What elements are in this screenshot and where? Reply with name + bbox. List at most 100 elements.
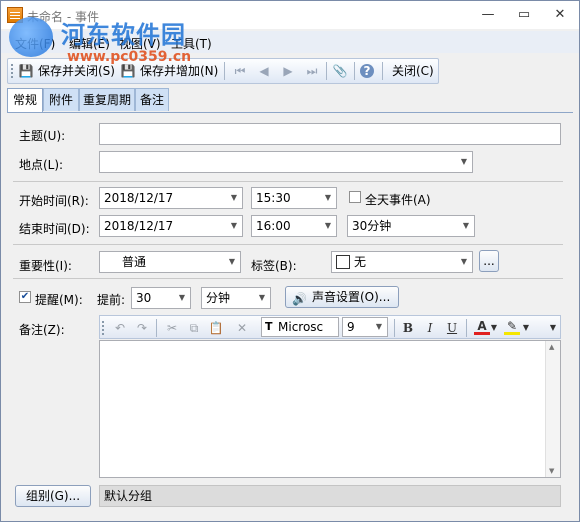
sound-settings-button[interactable]: 🔊 声音设置(O)... xyxy=(285,286,399,308)
tab-general[interactable]: 常规 xyxy=(7,88,43,113)
previous-record-icon[interactable]: ◀ xyxy=(256,63,272,79)
title-bar: 未命名 - 事件 — ▭ ✕ xyxy=(1,1,579,29)
menu-view[interactable]: 视图(V) xyxy=(119,35,161,52)
truetype-font-icon: T xyxy=(265,320,273,333)
end-date-picker[interactable]: 2018/12/17 ▼ xyxy=(99,215,243,237)
font-size-combo[interactable]: 9 ▼ xyxy=(342,317,388,337)
advance-value-combo[interactable]: 30 ▼ xyxy=(131,287,191,309)
location-combo[interactable]: ▼ xyxy=(99,151,473,173)
tag-label: 标签(B): xyxy=(251,259,297,273)
toolbar-grip[interactable] xyxy=(102,321,106,335)
notes-format-toolbar: ↶ ↷ ✂ ⧉ 📋 ✕ T Microsc 9 ▼ B I U A ▼ ✎ ▼ … xyxy=(99,315,561,339)
divider xyxy=(13,278,563,279)
chevron-down-icon[interactable]: ▼ xyxy=(229,252,235,272)
tab-attachments[interactable]: 附件 xyxy=(43,88,79,111)
toolbar-separator xyxy=(156,319,157,337)
toolbar-separator xyxy=(224,62,225,80)
end-time-picker[interactable]: 16:00 ▼ xyxy=(251,215,337,237)
speaker-icon: 🔊 xyxy=(292,292,307,306)
start-time-picker[interactable]: 15:30 ▼ xyxy=(251,187,337,209)
minimize-button[interactable]: — xyxy=(475,5,501,25)
tag-value: 无 xyxy=(354,255,367,269)
chevron-down-icon[interactable]: ▼ xyxy=(231,188,237,208)
font-name-combo[interactable]: T Microsc xyxy=(261,317,339,337)
calendar-app-icon xyxy=(7,7,23,23)
advance-unit-value: 分钟 xyxy=(206,291,231,305)
start-date-value: 2018/12/17 xyxy=(104,191,174,205)
advance-unit-combo[interactable]: 分钟 ▼ xyxy=(201,287,271,309)
tab-recurrence[interactable]: 重复周期 xyxy=(79,88,135,111)
underline-icon[interactable]: U xyxy=(444,320,460,336)
chevron-down-icon[interactable]: ▼ xyxy=(231,216,237,236)
toolbar-overflow-icon[interactable]: ▼ xyxy=(548,320,558,336)
font-name-value: Microsc xyxy=(278,320,324,334)
chevron-down-icon[interactable]: ▼ xyxy=(522,320,530,336)
chevron-down-icon[interactable]: ▼ xyxy=(376,318,382,336)
chevron-down-icon[interactable]: ▼ xyxy=(259,288,265,308)
duration-value: 30分钟 xyxy=(352,219,392,233)
importance-combo[interactable]: 普通 ▼ xyxy=(99,251,241,273)
chevron-down-icon[interactable]: ▼ xyxy=(463,216,469,236)
duration-combo[interactable]: 30分钟 ▼ xyxy=(347,215,475,237)
sound-settings-label: 声音设置(O)... xyxy=(312,290,391,304)
bold-icon[interactable]: B xyxy=(400,320,416,336)
toolbar-separator xyxy=(382,62,383,80)
undo-icon[interactable]: ↶ xyxy=(112,320,128,336)
menu-tools[interactable]: 工具(T) xyxy=(171,35,212,52)
end-time-value: 16:00 xyxy=(256,219,291,233)
last-record-icon[interactable]: ⏭ xyxy=(304,63,320,79)
divider xyxy=(13,181,563,182)
chevron-down-icon[interactable]: ▼ xyxy=(461,152,467,172)
event-window: 未命名 - 事件 — ▭ ✕ 文件(F) 编辑(E) 视图(V) 工具(T) 💾… xyxy=(0,0,580,522)
allday-label[interactable]: 全天事件(A) xyxy=(365,191,431,208)
first-record-icon[interactable]: ⏮ xyxy=(232,63,248,79)
attachment-icon[interactable]: 📎 xyxy=(332,63,348,79)
close-button[interactable]: 关闭(C) xyxy=(390,61,436,81)
notes-editor[interactable]: ▲ ▼ xyxy=(99,340,561,478)
notes-scrollbar[interactable]: ▲ ▼ xyxy=(545,341,560,477)
chevron-down-icon[interactable]: ▼ xyxy=(490,320,498,336)
scroll-down-icon[interactable]: ▼ xyxy=(549,467,554,475)
chevron-down-icon[interactable]: ▼ xyxy=(461,252,467,272)
chevron-down-icon[interactable]: ▼ xyxy=(179,288,185,308)
tab-notes[interactable]: 备注 xyxy=(135,88,169,111)
reminder-checkbox[interactable]: ✔ xyxy=(19,291,31,303)
chevron-down-icon[interactable]: ▼ xyxy=(325,216,331,236)
cut-icon[interactable]: ✂ xyxy=(164,320,180,336)
reminder-label[interactable]: 提醒(M): xyxy=(35,291,83,308)
importance-label: 重要性(I): xyxy=(19,259,72,273)
end-time-label: 结束时间(D): xyxy=(19,222,90,236)
start-time-value: 15:30 xyxy=(256,191,291,205)
font-color-icon[interactable]: A xyxy=(474,320,490,335)
highlight-icon[interactable]: ✎ xyxy=(504,320,520,335)
start-date-picker[interactable]: 2018/12/17 ▼ xyxy=(99,187,243,209)
delete-icon[interactable]: ✕ xyxy=(234,320,250,336)
save-close-button[interactable]: 保存并关闭(S) xyxy=(36,61,117,81)
menu-edit[interactable]: 编辑(E) xyxy=(69,35,110,52)
maximize-button[interactable]: ▭ xyxy=(511,5,537,25)
scroll-up-icon[interactable]: ▲ xyxy=(549,343,554,351)
end-date-value: 2018/12/17 xyxy=(104,219,174,233)
allday-checkbox[interactable] xyxy=(349,191,361,203)
redo-icon[interactable]: ↷ xyxy=(134,320,150,336)
tag-more-button[interactable]: ... xyxy=(479,250,499,272)
save-add-button[interactable]: 保存并增加(N) xyxy=(138,61,220,81)
help-icon[interactable]: ? xyxy=(360,64,374,78)
tag-combo[interactable]: 无 ▼ xyxy=(331,251,473,273)
chevron-down-icon[interactable]: ▼ xyxy=(325,188,331,208)
toolbar-grip[interactable] xyxy=(11,64,15,78)
font-size-value: 9 xyxy=(347,320,355,334)
menu-file[interactable]: 文件(F) xyxy=(15,35,55,52)
toolbar-separator xyxy=(394,319,395,337)
toolbar-separator xyxy=(466,319,467,337)
menu-bar: 文件(F) 编辑(E) 视图(V) 工具(T) xyxy=(1,31,579,53)
save-new-icon: 💾 xyxy=(120,64,136,78)
italic-icon[interactable]: I xyxy=(422,320,438,336)
next-record-icon[interactable]: ▶ xyxy=(280,63,296,79)
main-toolbar: 💾 保存并关闭(S) 💾 保存并增加(N) ⏮ ◀ ▶ ⏭ 📎 ? 关闭(C) xyxy=(7,58,439,84)
copy-icon[interactable]: ⧉ xyxy=(186,320,202,336)
close-window-button[interactable]: ✕ xyxy=(547,5,573,25)
group-button[interactable]: 组别(G)... xyxy=(15,485,91,507)
paste-icon[interactable]: 📋 xyxy=(208,320,224,336)
subject-input[interactable] xyxy=(99,123,561,145)
